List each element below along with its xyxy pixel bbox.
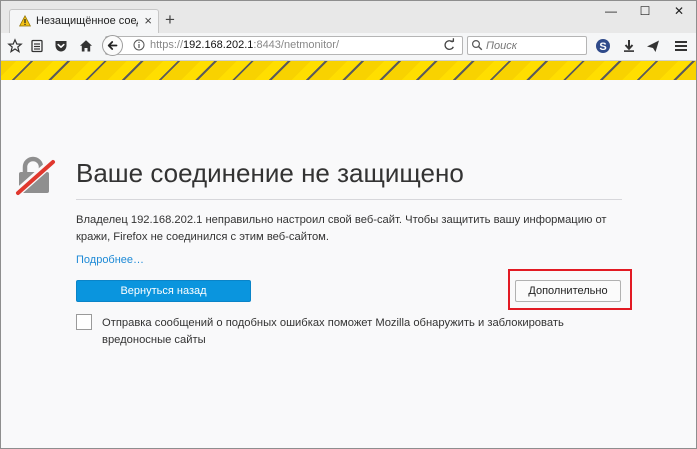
- maximize-button[interactable]: ☐: [628, 1, 662, 23]
- browser-window: Незащищённое соедине… × + — ☐ ✕: [0, 0, 697, 449]
- pocket-icon[interactable]: [53, 38, 69, 54]
- bookmark-star-icon[interactable]: [7, 38, 23, 54]
- new-tab-button[interactable]: +: [165, 11, 175, 29]
- menu-icon[interactable]: [673, 38, 689, 54]
- tab-bar: Незащищённое соедине… × + — ☐ ✕: [1, 1, 696, 33]
- learn-more-link[interactable]: Подробнее…: [76, 254, 144, 266]
- error-description: Владелец 192.168.202.1 неправильно настр…: [76, 214, 607, 243]
- report-errors-label: Отправка сообщений о подобных ошибках по…: [102, 317, 564, 346]
- broken-lock-icon: [15, 156, 56, 196]
- title-divider: [76, 199, 622, 200]
- search-icon: [471, 39, 483, 51]
- error-page: Ваше соединение не защищено Владелец 192…: [1, 80, 696, 448]
- back-arrow-icon: [107, 41, 118, 50]
- url-host: 192.168.202.1: [183, 39, 254, 51]
- tab-insecure-connection[interactable]: Незащищённое соедине… ×: [9, 9, 159, 33]
- tab-close-icon[interactable]: ×: [144, 13, 152, 29]
- close-window-button[interactable]: ✕: [662, 1, 696, 23]
- url-text[interactable]: https://192.168.202.1:8443/netmonitor/: [150, 39, 339, 51]
- minimize-button[interactable]: —: [594, 1, 628, 23]
- reload-icon[interactable]: [443, 38, 455, 52]
- send-icon[interactable]: [645, 38, 661, 54]
- svg-text:S: S: [599, 41, 606, 53]
- url-scheme: https://: [150, 39, 184, 51]
- page-title: Ваше соединение не защищено: [76, 158, 464, 188]
- tab-title: Незащищённое соедине…: [36, 15, 138, 27]
- report-errors-checkbox[interactable]: [76, 314, 92, 330]
- go-back-button[interactable]: Вернуться назад: [76, 280, 251, 302]
- info-icon[interactable]: [133, 39, 145, 51]
- back-button[interactable]: [102, 35, 123, 56]
- download-icon[interactable]: [621, 38, 637, 54]
- url-path: :8443/netmonitor/: [253, 39, 340, 51]
- warning-stripe: [1, 61, 696, 80]
- home-icon[interactable]: [78, 38, 94, 54]
- navigation-toolbar: https://192.168.202.1:8443/netmonitor/ S: [1, 33, 696, 61]
- window-controls: — ☐ ✕: [594, 1, 696, 23]
- advanced-button[interactable]: Дополнительно: [515, 280, 621, 302]
- extension-s-icon[interactable]: S: [595, 38, 611, 54]
- search-input[interactable]: [484, 37, 586, 54]
- warning-icon: [19, 15, 31, 27]
- url-bar[interactable]: https://192.168.202.1:8443/netmonitor/: [105, 36, 463, 55]
- search-bar[interactable]: [467, 36, 587, 55]
- reader-view-icon[interactable]: [29, 38, 45, 54]
